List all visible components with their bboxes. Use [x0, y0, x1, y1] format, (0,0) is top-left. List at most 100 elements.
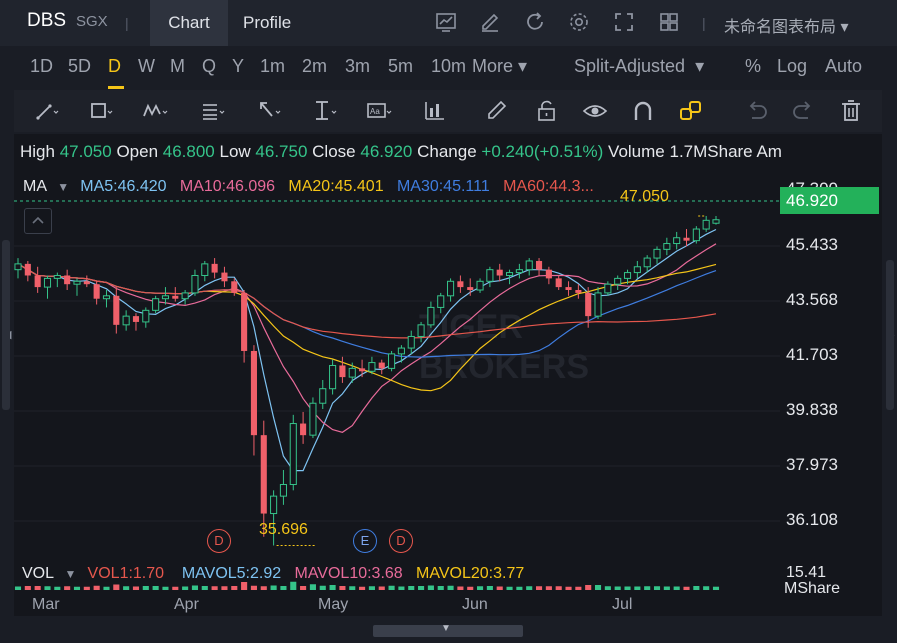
ma10-line	[17, 243, 717, 433]
candle-body	[397, 347, 405, 355]
candle-body	[427, 306, 435, 326]
candle-body	[643, 257, 651, 268]
candle-body	[113, 295, 120, 325]
candle-body	[496, 269, 503, 276]
lock-icon[interactable]	[534, 98, 560, 124]
volume-bar	[44, 586, 51, 590]
candle-body	[359, 368, 366, 372]
x-axis-label: Jul	[612, 596, 633, 613]
adjust-dropdown[interactable]: Split-Adjusted ▾	[574, 56, 704, 77]
period-Y[interactable]: Y	[232, 56, 244, 77]
settings-icon[interactable]	[567, 10, 591, 34]
ma-legend: MA ▼ MA5:46.420 MA10:46.096 MA20:45.401 …	[23, 178, 783, 196]
candle-body	[241, 292, 248, 351]
candlestick-chart[interactable]: TIGER BROKERS	[14, 200, 780, 560]
link-icon[interactable]	[678, 98, 704, 124]
ma5-value: MA5:46.420	[80, 178, 167, 195]
divider: |	[125, 15, 129, 31]
draw-icon[interactable]	[478, 10, 502, 34]
volume-bar	[162, 586, 169, 590]
period-3m[interactable]: 3m	[345, 56, 370, 77]
dividend-marker[interactable]: D	[389, 529, 413, 553]
candle-body	[712, 219, 720, 224]
dividend-marker[interactable]: D	[207, 529, 231, 553]
auto-toggle[interactable]: Auto	[825, 56, 862, 77]
candle-body	[604, 283, 612, 294]
volume-bars	[14, 581, 720, 590]
ohlc-info-line: High 47.050 Open 46.800 Low 46.750 Close…	[20, 142, 880, 162]
ma-indicator-label[interactable]: MA	[23, 178, 46, 195]
horizontal-scrollbar[interactable]: ▼	[373, 623, 523, 637]
period-5D[interactable]: 5D	[68, 56, 91, 77]
caret-down-icon[interactable]: ▼	[51, 180, 76, 194]
volume-bar	[152, 586, 159, 590]
x-axis-label: Apr	[174, 596, 199, 613]
vertical-scrollbar[interactable]	[886, 260, 894, 410]
period-D[interactable]: D	[108, 56, 121, 77]
candle-body	[575, 290, 582, 293]
volume-bar	[683, 586, 690, 590]
layout-dropdown[interactable]: 未命名图表布局 ▾	[724, 13, 849, 37]
chart-compare-icon[interactable]	[434, 10, 458, 34]
arrow-tool-icon[interactable]	[256, 98, 282, 124]
volume-bar	[142, 586, 149, 590]
candle-body	[181, 292, 189, 300]
candle-body	[339, 365, 346, 378]
price-axis-label: 39.838	[786, 400, 838, 419]
grid-layout-icon[interactable]	[657, 10, 681, 34]
volume-bar	[477, 586, 484, 590]
period-2m[interactable]: 2m	[302, 56, 327, 77]
candle-body	[73, 280, 81, 285]
high-label: High	[20, 142, 55, 161]
refresh-icon[interactable]	[523, 10, 547, 34]
pencil-icon[interactable]	[484, 98, 510, 124]
undo-icon[interactable]	[744, 98, 770, 124]
fib-tool-icon[interactable]	[200, 98, 226, 124]
rectangle-tool-icon[interactable]	[88, 98, 114, 124]
percent-toggle[interactable]: %	[745, 56, 761, 77]
ma-lines	[17, 228, 717, 472]
volume-bar	[182, 586, 189, 590]
volume-bar	[73, 586, 81, 590]
period-Q[interactable]: Q	[202, 56, 216, 77]
volume-bar	[653, 586, 661, 590]
candle-body	[279, 484, 287, 497]
candle-body	[525, 260, 533, 271]
redo-icon[interactable]	[790, 98, 816, 124]
eye-icon[interactable]	[582, 98, 608, 124]
candle-body	[388, 353, 396, 369]
log-toggle[interactable]: Log	[777, 56, 807, 77]
left-scrollbar[interactable]	[2, 240, 10, 410]
tab-chart[interactable]: Chart	[150, 0, 228, 46]
period-10m[interactable]: 10m	[431, 56, 466, 77]
period-1m[interactable]: 1m	[260, 56, 285, 77]
pattern-tool-icon[interactable]	[142, 98, 168, 124]
fullscreen-icon[interactable]	[612, 10, 636, 34]
candle-body	[348, 367, 356, 378]
candle-body	[329, 364, 337, 390]
magnet-icon[interactable]	[630, 98, 656, 124]
volume-bar	[703, 586, 710, 590]
candle-body	[457, 281, 464, 288]
x-axis-label: Mar	[32, 596, 60, 613]
volume-bar	[34, 586, 41, 590]
candle-body	[231, 281, 238, 293]
period-W[interactable]: W	[138, 56, 155, 77]
candle-body	[692, 228, 700, 242]
period-1D[interactable]: 1D	[30, 56, 53, 77]
period-M[interactable]: M	[170, 56, 185, 77]
line-tool-icon[interactable]	[34, 98, 60, 124]
price-axis-label: 45.433	[786, 235, 838, 254]
drawing-toolbar: Aa	[14, 90, 882, 132]
indicator-icon[interactable]	[422, 98, 448, 124]
ma60-value: MA60:44.3...	[503, 178, 594, 195]
tab-profile[interactable]: Profile	[243, 0, 291, 46]
symbol-name[interactable]: DBS	[27, 10, 66, 32]
period-more[interactable]: More ▾	[472, 56, 527, 77]
candle-body	[221, 272, 228, 282]
text-tool-icon[interactable]: Aa	[366, 98, 392, 124]
trash-icon[interactable]	[838, 98, 864, 124]
period-5m[interactable]: 5m	[388, 56, 413, 77]
earnings-marker[interactable]: E	[353, 529, 377, 553]
measure-tool-icon[interactable]	[312, 98, 338, 124]
